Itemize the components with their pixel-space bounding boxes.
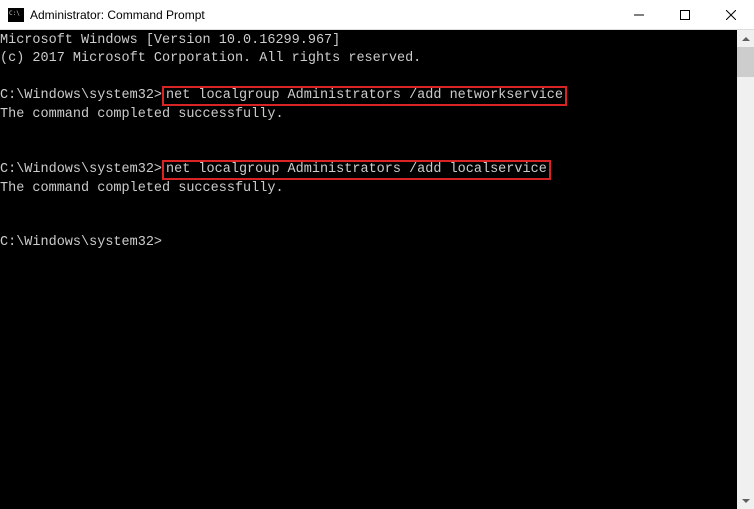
result-line-1: The command completed successfully. [0,106,737,124]
result-line-2: The command completed successfully. [0,180,737,198]
blank-line [0,216,737,234]
blank-line [0,142,737,160]
cmd-icon [8,8,24,22]
scroll-down-button[interactable] [737,492,754,509]
scroll-up-button[interactable] [737,30,754,47]
window-controls [616,0,754,29]
command-prompt-window: Administrator: Command Prompt Microsoft … [0,0,754,509]
maximize-button[interactable] [662,0,708,29]
prompt-prefix: C:\Windows\system32> [0,162,162,177]
command-line-2: C:\Windows\system32>net localgroup Admin… [0,160,737,180]
highlighted-command-1: net localgroup Administrators /add netwo… [162,86,567,106]
copyright-line: (c) 2017 Microsoft Corporation. All righ… [0,50,737,68]
blank-line [0,124,737,142]
close-button[interactable] [708,0,754,29]
window-title: Administrator: Command Prompt [30,8,616,22]
highlighted-command-2: net localgroup Administrators /add local… [162,160,551,180]
prompt-prefix: C:\Windows\system32> [0,88,162,103]
blank-line [0,68,737,86]
vertical-scrollbar[interactable] [737,30,754,509]
prompt-line-3: C:\Windows\system32> [0,234,737,252]
terminal-content[interactable]: Microsoft Windows [Version 10.0.16299.96… [0,30,737,509]
blank-line [0,198,737,216]
version-line: Microsoft Windows [Version 10.0.16299.96… [0,32,737,50]
minimize-button[interactable] [616,0,662,29]
scrollbar-thumb[interactable] [737,47,754,77]
titlebar[interactable]: Administrator: Command Prompt [0,0,754,30]
scrollbar-track[interactable] [737,47,754,492]
terminal-area: Microsoft Windows [Version 10.0.16299.96… [0,30,754,509]
command-line-1: C:\Windows\system32>net localgroup Admin… [0,86,737,106]
